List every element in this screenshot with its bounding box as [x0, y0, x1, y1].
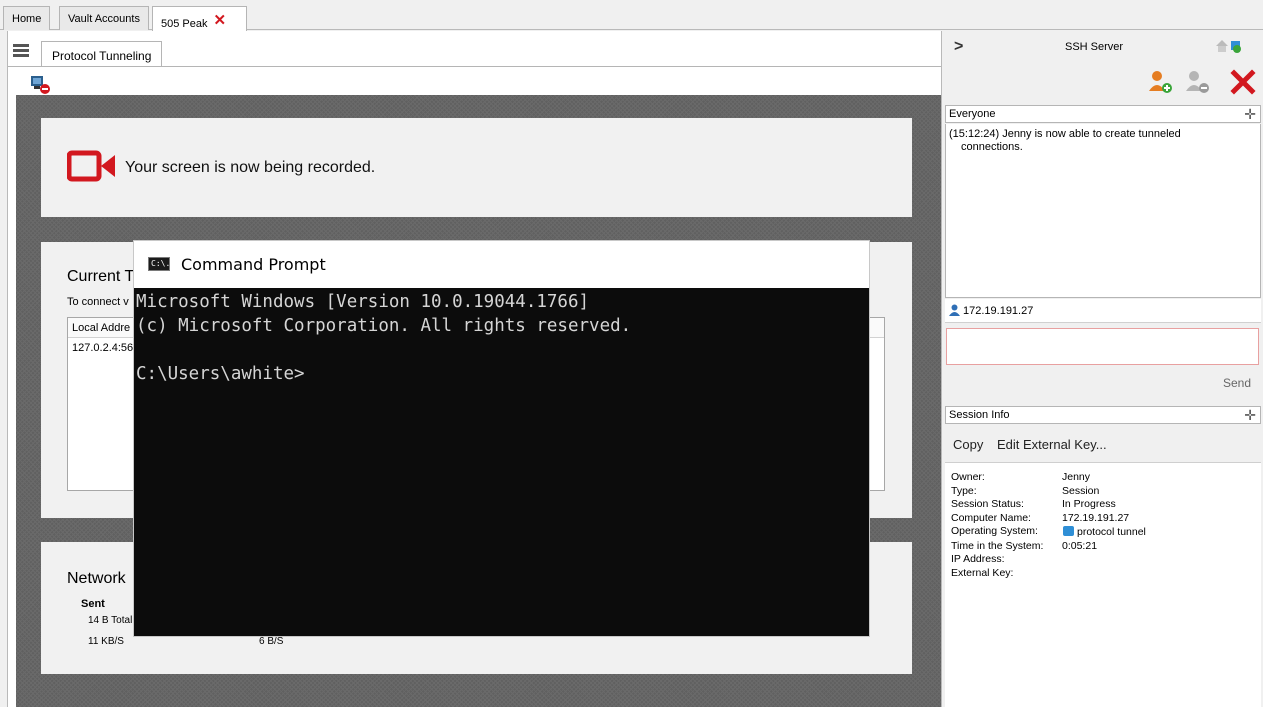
sent-rate: 11 KB/S: [88, 636, 124, 647]
info-value-os: protocol tunnel: [1062, 526, 1146, 539]
add-user-icon[interactable]: [1146, 69, 1174, 95]
info-key: Type:: [951, 484, 977, 497]
info-key: IP Address:: [951, 553, 1005, 565]
session-info-table: Owner: Jenny Type: Session Session Status:…: [949, 470, 1148, 581]
home-icon[interactable]: [1215, 38, 1241, 54]
sent-total: 14 B Total: [88, 615, 133, 626]
tunnels-subtitle: To connect v: [67, 296, 129, 308]
tab-vault-accounts[interactable]: Vault Accounts: [59, 6, 149, 30]
chevron-right-icon[interactable]: >: [954, 38, 963, 56]
terminal-prompt[interactable]: C:\Users\awhite>: [136, 362, 869, 386]
terminal-line: Microsoft Windows [Version 10.0.19044.17…: [136, 292, 590, 312]
session-info-label: Session Info: [949, 409, 1010, 421]
info-value: 0:05:21: [1062, 539, 1098, 552]
table-row: Time in the System: 0:05:21: [951, 539, 1146, 553]
received-rate: 6 B/S: [259, 636, 284, 647]
table-row: IP Address:: [951, 553, 1146, 566]
send-button[interactable]: Send: [1223, 376, 1251, 390]
tab-home[interactable]: Home: [3, 6, 51, 30]
chat-input[interactable]: [946, 328, 1259, 365]
network-title: Network: [67, 570, 126, 587]
ssh-server-panel: > SSH Server Everyone ✛ (15:12:24) Jenny…: [943, 31, 1263, 707]
menu-icon[interactable]: [13, 44, 29, 58]
info-value: Session: [1062, 484, 1100, 497]
remove-user-icon[interactable]: [1183, 69, 1211, 95]
tab-protocol-tunneling[interactable]: Protocol Tunneling: [41, 41, 163, 67]
expand-icon[interactable]: ✛: [1244, 407, 1256, 424]
terminal-output[interactable]: Microsoft Windows [Version 10.0.19044.17…: [134, 288, 869, 386]
edit-external-key-button[interactable]: Edit External Key...: [997, 437, 1107, 452]
table-row: Owner: Jenny: [951, 471, 1146, 484]
chat-message: (15:12:24) Jenny is now able to create t…: [949, 128, 1181, 140]
info-key: External Key:: [951, 566, 1014, 579]
table-row: Operating System: protocol tunnel: [951, 525, 1146, 539]
info-value: In Progress: [1062, 498, 1116, 510]
info-value: Jenny: [1062, 471, 1091, 483]
top-tab-bar: Home Vault Accounts 505 Peak ✕: [0, 0, 1263, 31]
close-tab-icon[interactable]: ✕: [213, 12, 226, 29]
sent-label: Sent: [81, 598, 105, 610]
tab-divider: [8, 66, 941, 67]
user-ip: 172.19.191.27: [963, 305, 1034, 317]
recording-panel: Your screen is now being recorded.: [41, 118, 912, 217]
copy-button[interactable]: Copy: [953, 437, 983, 452]
cmd-icon: C:\.: [148, 257, 170, 271]
table-row: Session Status: In Progress: [951, 498, 1146, 511]
info-key: Operating System:: [951, 525, 1038, 537]
info-value: 172.19.191.27: [1062, 511, 1130, 524]
info-value: protocol tunnel: [1077, 526, 1146, 538]
info-key: Owner:: [951, 471, 985, 483]
session-info-details: Owner: Jenny Type: Session Session Status:…: [945, 463, 1261, 707]
tab-vault-accounts-label: Vault Accounts: [68, 13, 140, 25]
terminal-line: (c) Microsoft Corporation. All rights re…: [136, 316, 632, 336]
user-icon: [949, 304, 960, 316]
table-row: Computer Name: 172.19.191.27: [951, 511, 1146, 525]
info-key: Computer Name:: [951, 511, 1031, 524]
session-info-actions: Copy Edit External Key...: [953, 437, 1117, 452]
expand-icon[interactable]: ✛: [1244, 106, 1256, 123]
info-value: [1062, 568, 1146, 580]
table-row: Type: Session: [951, 484, 1146, 498]
command-prompt-title: Command Prompt: [181, 255, 326, 274]
video-camera-icon: [67, 150, 115, 182]
operating-system-icon: [1063, 526, 1074, 536]
recording-message: Your screen is now being recorded.: [125, 159, 376, 176]
table-row: External Key:: [951, 566, 1146, 580]
close-icon[interactable]: [1230, 69, 1256, 95]
tab-protocol-tunneling-label: Protocol Tunneling: [52, 49, 152, 63]
chat-log[interactable]: (15:12:24) Jenny is now able to create t…: [945, 124, 1261, 298]
everyone-label: Everyone: [949, 108, 996, 120]
tunnel-icon[interactable]: [30, 75, 52, 95]
command-prompt-titlebar[interactable]: C:\. Command Prompt: [134, 241, 869, 288]
command-prompt-window[interactable]: C:\. Command Prompt Microsoft Windows [V…: [133, 240, 870, 637]
tunnels-title: Current T: [67, 268, 135, 285]
user-list-item[interactable]: 172.19.191.27: [945, 299, 1261, 323]
chat-message-continued: connections.: [961, 141, 1023, 153]
info-key: Time in the System:: [951, 539, 1044, 552]
session-info-header: Session Info ✛: [945, 406, 1261, 424]
tab-505-peak[interactable]: 505 Peak ✕: [152, 6, 247, 31]
everyone-header: Everyone ✛: [945, 105, 1261, 123]
info-key: Session Status:: [951, 498, 1024, 510]
panel-title: SSH Server: [1065, 41, 1124, 53]
tab-home-label: Home: [12, 13, 42, 25]
tab-505-peak-label: 505 Peak: [161, 18, 208, 30]
info-value: [1062, 554, 1146, 566]
